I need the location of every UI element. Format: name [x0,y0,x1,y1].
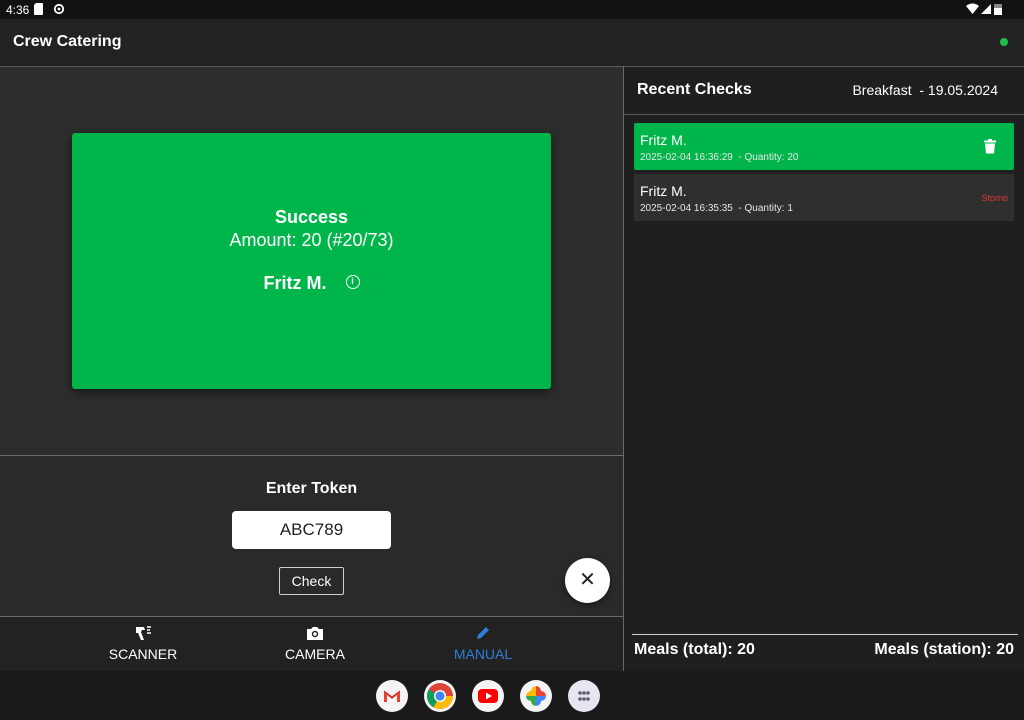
pencil-icon [413,625,553,643]
nav-label-manual: MANUAL [453,646,513,662]
system-status-bar: 4:36 [0,0,1024,19]
result-name-row: Fritz M. i [72,273,551,294]
result-title: Success [274,207,349,227]
check-name: Fritz M. [640,132,687,148]
check-list-item[interactable]: Fritz M. 2025-02-04 16:35:35 - Quantity:… [634,174,1014,221]
result-amount: Amount: 20 (#20/73) [229,230,394,250]
check-name: Fritz M. [640,183,687,199]
recent-checks-pane: Recent Checks Breakfast - 19.05.2024 Fri… [624,67,1024,671]
recent-checks-header: Recent Checks Breakfast - 19.05.2024 [624,67,1024,114]
result-name: Fritz M. [263,273,327,293]
info-icon[interactable]: i [345,275,360,290]
app-dock [0,671,1024,720]
check-meta: 2025-02-04 16:35:35 - Quantity: 1 [640,203,793,214]
scan-result-pane: Success Amount: 20 (#20/73) Fritz M. i E… [0,67,623,616]
bottom-nav: SCANNER CAMERA MANUAL [0,617,623,671]
result-card: Success Amount: 20 (#20/73) Fritz M. i [72,133,551,389]
settings-gear-icon [53,3,65,18]
cellular-signal-icon [981,3,991,17]
connection-status-dot [1000,38,1008,46]
close-icon: ✕ [579,569,596,591]
photos-icon[interactable] [520,680,552,712]
nav-label-camera: CAMERA [285,646,345,662]
token-entry-section: Enter Token Check ✕ [0,456,623,616]
meals-total: Meals (total): 20 [634,641,755,658]
status-time: 4:36 [6,3,30,17]
app-drawer-icon[interactable] [568,680,600,712]
app-bar: Crew Catering [0,19,1024,66]
sd-card-icon [34,3,44,18]
recent-checks-title: Recent Checks [637,81,752,98]
token-label: Enter Token [265,480,358,497]
close-fab-button[interactable]: ✕ [565,558,610,603]
check-list-item[interactable]: Fritz M. 2025-02-04 16:36:29 - Quantity:… [634,123,1014,170]
youtube-icon[interactable] [472,680,504,712]
meal-and-date: Breakfast - 19.05.2024 [852,82,998,98]
check-button[interactable]: Check [279,567,344,595]
storno-button[interactable]: Storno [981,193,1008,203]
totals-divider [632,634,1018,635]
gmail-icon[interactable] [376,680,408,712]
nav-item-scanner[interactable]: SCANNER [73,625,213,662]
camera-icon [245,625,385,643]
check-meta: 2025-02-04 16:36:29 - Quantity: 20 [640,152,799,163]
battery-icon [994,3,1002,18]
nav-label-scanner: SCANNER [108,646,178,662]
barcode-scanner-icon [73,625,213,643]
wifi-icon [966,3,979,17]
meals-station: Meals (station): 20 [874,641,1014,658]
trash-icon[interactable] [984,139,996,159]
chrome-icon[interactable] [424,680,456,712]
nav-item-manual[interactable]: MANUAL [413,625,553,662]
token-input[interactable] [232,511,391,549]
app-title: Crew Catering [13,33,122,50]
recent-checks-divider [624,114,1024,115]
nav-item-camera[interactable]: CAMERA [245,625,385,662]
